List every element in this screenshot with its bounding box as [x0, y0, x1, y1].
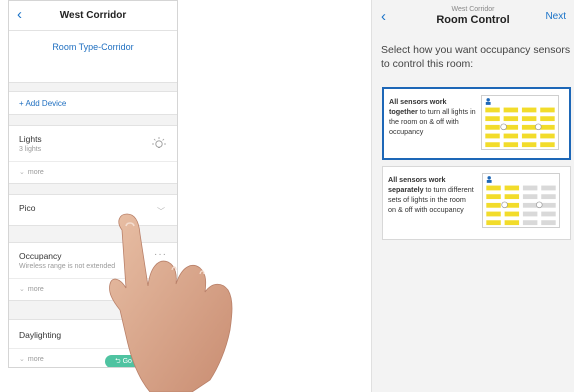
light-fixture [541, 185, 556, 191]
left-header: ‹ West Corridor [9, 1, 177, 31]
lights-label: Lights [19, 134, 42, 144]
person-icon [487, 176, 491, 180]
room-subtitle: West Corridor [451, 6, 495, 13]
light-fixture [522, 185, 538, 191]
right-phone-screen: ‹ West Corridor Room Control Next Select… [371, 0, 574, 392]
light-fixture [485, 124, 500, 130]
room-title: West Corridor [59, 10, 127, 21]
left-phone-screen: ‹ West Corridor Room Type-Corridor + Add… [8, 0, 178, 368]
occupancy-status: Wireless range is not extended [19, 263, 116, 270]
pico-label: Pico [19, 203, 36, 213]
light-fixture [504, 211, 520, 217]
lights-count: 3 lights [19, 146, 42, 153]
light-fixture [522, 202, 538, 208]
sensors-together-diagram [481, 95, 559, 150]
light-fixture [540, 116, 555, 122]
chevron-down-icon[interactable]: ﹀ [157, 206, 165, 217]
option-separately[interactable]: All sensors work separately to turn diff… [382, 166, 571, 240]
light-fixture [503, 116, 519, 122]
light-fixture [521, 116, 537, 122]
light-fixture [522, 220, 538, 226]
light-fixture [540, 142, 555, 148]
more-options-icon[interactable]: ··· [154, 249, 167, 260]
go-to-button[interactable]: ⮌ Go to [105, 355, 165, 367]
occupancy-card[interactable]: Occupancy Wireless range is not extended… [9, 242, 177, 301]
light-fixture [541, 194, 556, 200]
lights-card[interactable]: Lights 3 lights ⌄ more [9, 125, 177, 184]
light-fixture [485, 133, 500, 139]
occupancy-sensor-icon [501, 201, 508, 209]
lights-more[interactable]: ⌄ more [9, 162, 177, 183]
light-fixture [522, 211, 538, 217]
light-fixture [486, 211, 501, 217]
light-fixture [503, 142, 519, 148]
right-header: ‹ West Corridor Room Control Next [372, 0, 574, 34]
light-fixture [486, 220, 501, 226]
light-fixture [521, 107, 537, 113]
light-fixture [503, 107, 519, 113]
light-fixture [486, 185, 501, 191]
light-fixture [521, 124, 537, 130]
light-fixture [486, 194, 501, 200]
light-fixture [541, 220, 556, 226]
room-type-link[interactable]: Room Type-Corridor [9, 31, 177, 83]
pico-card[interactable]: Pico ﹀ [9, 194, 177, 226]
option-together-text: All sensors work together to turn all li… [389, 97, 476, 136]
next-button[interactable]: Next [545, 11, 566, 22]
person-icon-body [486, 179, 492, 183]
light-fixture [541, 202, 556, 208]
light-fixture [522, 194, 538, 200]
light-fixture [540, 133, 555, 139]
occupancy-sensor-icon [535, 123, 542, 131]
sensors-separately-diagram [482, 173, 560, 228]
person-icon [486, 98, 490, 102]
light-fixture [504, 185, 520, 191]
light-fixture [485, 107, 500, 113]
option-together[interactable]: All sensors work together to turn all li… [382, 87, 571, 160]
light-fixture [540, 124, 555, 130]
light-fixture [521, 142, 537, 148]
light-bulb-icon[interactable] [151, 136, 167, 152]
light-fixture [485, 116, 500, 122]
light-fixture [504, 220, 520, 226]
option-separately-text: All sensors work separately to turn diff… [388, 175, 474, 214]
light-fixture [486, 202, 501, 208]
light-fixture [540, 107, 555, 113]
person-icon-body [485, 101, 491, 105]
occupancy-sensor-icon [536, 201, 543, 209]
add-device-button[interactable]: + Add Device [9, 91, 177, 115]
light-fixture [504, 194, 520, 200]
page-title: Room Control [436, 14, 510, 26]
occupancy-label: Occupancy [19, 251, 62, 261]
light-fixture [503, 133, 519, 139]
light-fixture [541, 211, 556, 217]
occupancy-more[interactable]: ⌄ more [9, 279, 177, 300]
light-fixture [485, 142, 500, 148]
daylighting-label: Daylighting [19, 330, 62, 340]
light-fixture [521, 133, 537, 139]
occupancy-sensor-icon [500, 123, 507, 131]
instruction-text: Select how you want occupancy sensors to… [381, 44, 571, 70]
